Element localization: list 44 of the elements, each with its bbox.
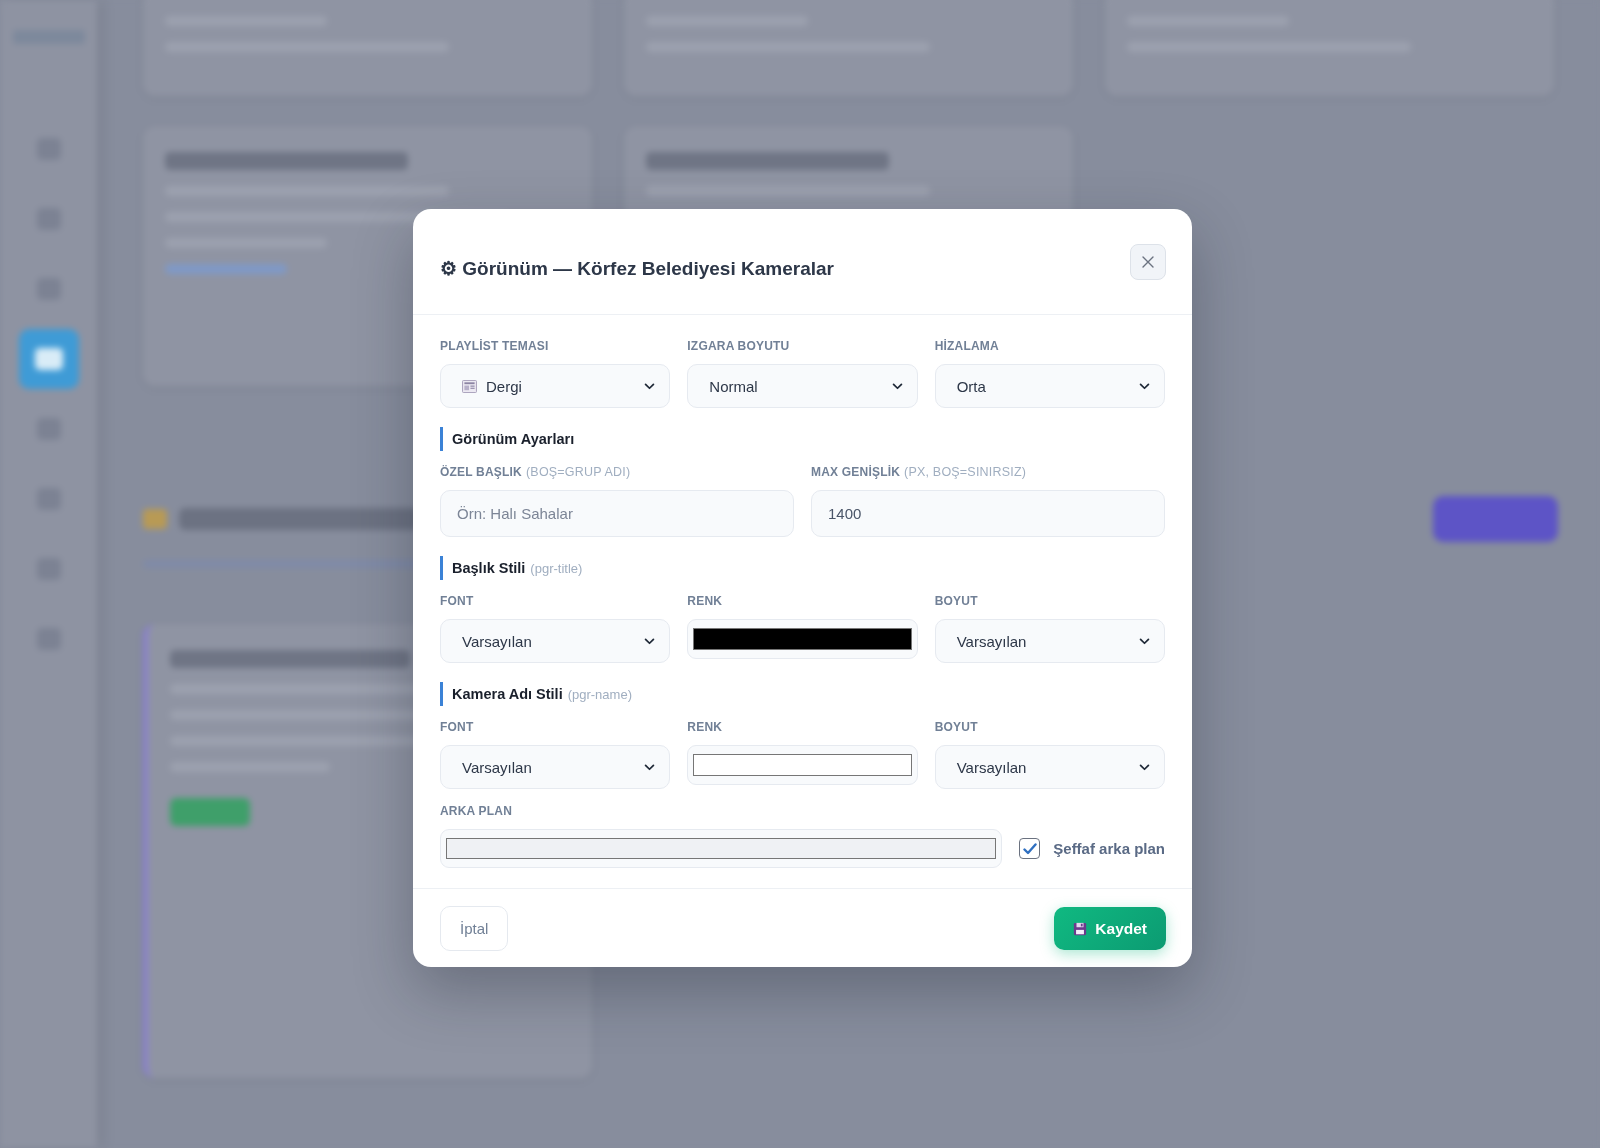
field-label: ARKA PLAN	[440, 803, 513, 819]
field-hint: (PX, BOŞ=SINIRSIZ)	[904, 464, 1027, 480]
field-label: RENK	[687, 719, 723, 735]
field-label: FONT	[440, 593, 474, 609]
text-input[interactable]: Örn: Halı Sahalar	[440, 490, 794, 537]
section-title: Başlık Stili	[452, 560, 526, 576]
section-hint: (pgr-name)	[567, 686, 632, 702]
checkbox-label[interactable]: Şeffaf arka plan	[1053, 840, 1165, 857]
dropdown[interactable]: Varsayılan	[440, 745, 671, 789]
field-label: MAX GENİŞLİK	[811, 464, 901, 480]
field-label: FONT	[440, 719, 474, 735]
field-label: IZGARA BOYUTU	[687, 338, 790, 354]
field-label: PLAYLİST TEMASI	[440, 338, 549, 354]
text-input[interactable]: 1400	[811, 490, 1165, 537]
checkmark-icon	[1022, 842, 1037, 855]
chevron-down-icon	[644, 763, 656, 771]
checkbox[interactable]	[1019, 838, 1041, 859]
chevron-down-icon	[891, 382, 903, 390]
section-hint: (pgr-title)	[530, 560, 583, 576]
field-label: ÖZEL BAŞLIK	[440, 464, 522, 480]
color-picker[interactable]	[440, 829, 1003, 868]
section-title: Görünüm Ayarları	[452, 431, 575, 447]
chevron-down-icon	[1139, 637, 1150, 645]
chevron-down-icon	[1139, 382, 1150, 390]
section-title: Kamera Adı Stili	[452, 686, 563, 702]
chevron-down-icon	[644, 637, 656, 645]
dropdown[interactable]: Normal	[687, 364, 918, 408]
color-picker[interactable]	[687, 619, 918, 659]
field-label: RENK	[687, 593, 723, 609]
dropdown[interactable]: Dergi	[440, 364, 671, 408]
dialog-title: ⚙ Görünüm — Körfez Belediyesi Kameralar	[440, 257, 834, 280]
field-label: BOYUT	[934, 719, 978, 735]
dropdown[interactable]: Varsayılan	[934, 619, 1165, 663]
field-label: BOYUT	[934, 593, 978, 609]
dropdown[interactable]: Orta	[934, 364, 1165, 408]
cancel-button[interactable]: İptal	[440, 906, 509, 951]
dropdown[interactable]: Varsayılan	[934, 745, 1165, 789]
chevron-down-icon	[1139, 763, 1150, 771]
field-label: HİZALAMA	[934, 338, 999, 354]
close-icon	[1142, 255, 1154, 268]
dropdown[interactable]: Varsayılan	[440, 619, 671, 663]
chevron-down-icon	[644, 382, 656, 390]
field-hint: (BOŞ=GRUP ADI)	[526, 464, 631, 480]
color-picker[interactable]	[687, 745, 918, 785]
